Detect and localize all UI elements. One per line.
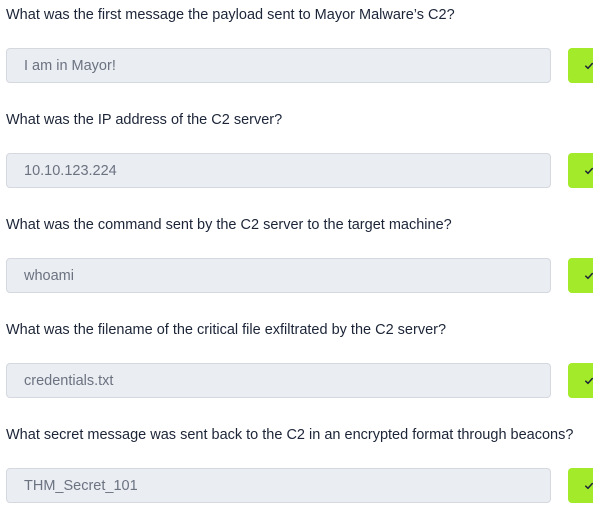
answer-input[interactable]: credentials.txt <box>6 363 551 398</box>
answer-input[interactable]: I am in Mayor! <box>6 48 551 83</box>
answer-value: 10.10.123.224 <box>24 163 117 179</box>
submit-button[interactable] <box>568 153 593 188</box>
submit-button[interactable] <box>568 48 593 83</box>
check-icon <box>585 62 593 70</box>
answer-value: credentials.txt <box>24 373 114 389</box>
check-icon <box>585 482 593 490</box>
question-block: What was the IP address of the C2 server… <box>0 105 593 210</box>
answer-value: THM_Secret_101 <box>24 478 138 494</box>
submit-button[interactable] <box>568 363 593 398</box>
question-block: What was the filename of the critical fi… <box>0 315 593 420</box>
question-block: What was the command sent by the C2 serv… <box>0 210 593 315</box>
answer-value: whoami <box>24 268 74 284</box>
check-icon <box>585 377 593 385</box>
question-list: What was the first message the payload s… <box>0 0 593 525</box>
answer-input[interactable]: THM_Secret_101 <box>6 468 551 503</box>
question-text: What was the IP address of the C2 server… <box>6 112 283 128</box>
question-text: What was the command sent by the C2 serv… <box>6 217 452 233</box>
answer-value: I am in Mayor! <box>24 58 116 74</box>
submit-button[interactable] <box>568 258 593 293</box>
question-block: What secret message was sent back to the… <box>0 420 593 525</box>
check-icon <box>585 272 593 280</box>
question-text: What was the filename of the critical fi… <box>6 322 447 338</box>
question-block: What was the first message the payload s… <box>0 0 593 105</box>
answer-input[interactable]: 10.10.123.224 <box>6 153 551 188</box>
submit-button[interactable] <box>568 468 593 503</box>
answer-input[interactable]: whoami <box>6 258 551 293</box>
check-icon <box>585 167 593 175</box>
question-text: What was the first message the payload s… <box>6 7 455 23</box>
question-text: What secret message was sent back to the… <box>6 427 574 443</box>
